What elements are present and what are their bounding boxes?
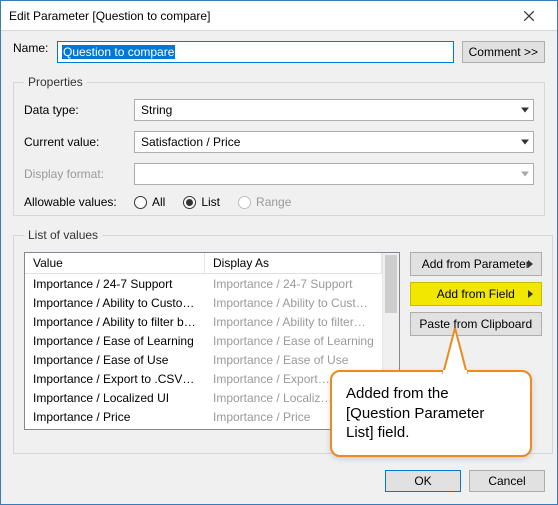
table-row[interactable]: Importance / Localized UIImportance / Lo… bbox=[25, 388, 382, 407]
col-header-display-as[interactable]: Display As bbox=[205, 253, 382, 273]
table-row[interactable]: Importance / 24-7 SupportImportance / 24… bbox=[25, 274, 382, 293]
radio-range-label: Range bbox=[256, 195, 291, 209]
allowable-values-row: Allowable values: All List Range bbox=[24, 195, 534, 209]
radio-all-label: All bbox=[152, 195, 165, 209]
chevron-down-icon bbox=[521, 140, 529, 145]
radio-icon bbox=[183, 196, 196, 209]
cell-value: Importance / Price bbox=[25, 409, 205, 425]
radio-range[interactable]: Range bbox=[238, 195, 291, 209]
display-format-select[interactable] bbox=[134, 163, 534, 185]
data-type-select[interactable]: String bbox=[134, 99, 534, 121]
table-row[interactable]: Importance / Ability to Customiz..Import… bbox=[25, 293, 382, 312]
chevron-down-icon bbox=[521, 172, 529, 177]
list-of-values-legend: List of values bbox=[24, 228, 102, 242]
btn-label: Add from Field bbox=[437, 287, 515, 301]
radio-list-label: List bbox=[201, 195, 220, 209]
callout-tail bbox=[441, 328, 469, 374]
table-header: Value Display As bbox=[25, 253, 382, 274]
data-type-row: Data type: String bbox=[24, 99, 534, 121]
properties-group: Properties Data type: String Current val… bbox=[13, 75, 545, 216]
table-row[interactable]: Importance / Ability to filter bas..Impo… bbox=[25, 312, 382, 331]
comment-button[interactable]: Comment >> bbox=[462, 41, 545, 63]
scroll-thumb[interactable] bbox=[385, 255, 397, 313]
add-from-parameter-button[interactable]: Add from Parameter bbox=[410, 252, 542, 276]
cell-display-as: Importance / Ability to filter… bbox=[205, 314, 382, 330]
btn-label: Paste from Clipboard bbox=[419, 317, 532, 331]
data-type-value: String bbox=[141, 103, 172, 117]
window-title: Edit Parameter [Question to compare] bbox=[9, 9, 509, 23]
close-button[interactable] bbox=[509, 5, 549, 27]
titlebar: Edit Parameter [Question to compare] bbox=[1, 1, 557, 31]
current-value-value: Satisfaction / Price bbox=[141, 135, 240, 149]
table-row[interactable]: Importance / Ease of LearningImportance … bbox=[25, 331, 382, 350]
table-row[interactable]: Importance / Ease of UseImportance / Eas… bbox=[25, 350, 382, 369]
chevron-right-icon bbox=[528, 287, 533, 301]
col-header-value[interactable]: Value bbox=[25, 253, 205, 273]
cell-display-as: Importance / Ability to Cust… bbox=[205, 295, 382, 311]
table-row[interactable]: Importance / PriceImportance / Price bbox=[25, 407, 382, 426]
cell-value: Importance / Ability to Customiz.. bbox=[25, 295, 205, 311]
chevron-right-icon bbox=[528, 257, 533, 271]
ok-button[interactable]: OK bbox=[385, 470, 461, 492]
current-value-label: Current value: bbox=[24, 135, 134, 149]
radio-icon bbox=[134, 196, 147, 209]
properties-legend: Properties bbox=[24, 75, 87, 89]
radio-all[interactable]: All bbox=[134, 195, 165, 209]
cell-value: Importance / Export to .CSV and.. bbox=[25, 371, 205, 387]
cell-display-as: Importance / Ease of Learning bbox=[205, 333, 382, 349]
cancel-button[interactable]: Cancel bbox=[469, 470, 545, 492]
paste-from-clipboard-button[interactable]: Paste from Clipboard bbox=[410, 312, 542, 336]
chevron-down-icon bbox=[521, 108, 529, 113]
cell-value: Importance / 24-7 Support bbox=[25, 276, 205, 292]
cell-value: Importance / Ease of Use bbox=[25, 352, 205, 368]
name-input-value: Question to compare bbox=[62, 45, 175, 59]
name-row: Name: Question to compare Comment >> bbox=[13, 41, 545, 63]
table-body: Importance / 24-7 SupportImportance / 24… bbox=[25, 274, 382, 429]
close-icon bbox=[524, 11, 534, 21]
display-format-label: Display format: bbox=[24, 167, 134, 181]
dialog-footer: OK Cancel bbox=[1, 462, 557, 504]
cell-value: Importance / Localized UI bbox=[25, 390, 205, 406]
cell-display-as: Importance / 24-7 Support bbox=[205, 276, 382, 292]
allowable-values-radios: All List Range bbox=[134, 195, 291, 209]
radio-icon bbox=[238, 196, 251, 209]
add-from-field-button[interactable]: Add from Field bbox=[410, 282, 542, 306]
radio-list[interactable]: List bbox=[183, 195, 220, 209]
name-label: Name: bbox=[13, 41, 57, 63]
cell-display-as: Importance / Ease of Use bbox=[205, 352, 382, 368]
table-row[interactable]: Importance / Export to .CSV and..Importa… bbox=[25, 369, 382, 388]
name-input[interactable]: Question to compare bbox=[57, 41, 454, 63]
current-value-select[interactable]: Satisfaction / Price bbox=[134, 131, 534, 153]
cell-value: Importance / Ease of Learning bbox=[25, 333, 205, 349]
cell-value: Importance / Ability to filter bas.. bbox=[25, 314, 205, 330]
btn-label: Add from Parameter bbox=[422, 257, 530, 271]
display-format-row: Display format: bbox=[24, 163, 534, 185]
annotation-callout: Added from the [Question Parameter List]… bbox=[330, 370, 532, 457]
current-value-row: Current value: Satisfaction / Price bbox=[24, 131, 534, 153]
data-type-label: Data type: bbox=[24, 103, 134, 117]
allowable-values-label: Allowable values: bbox=[24, 195, 134, 209]
